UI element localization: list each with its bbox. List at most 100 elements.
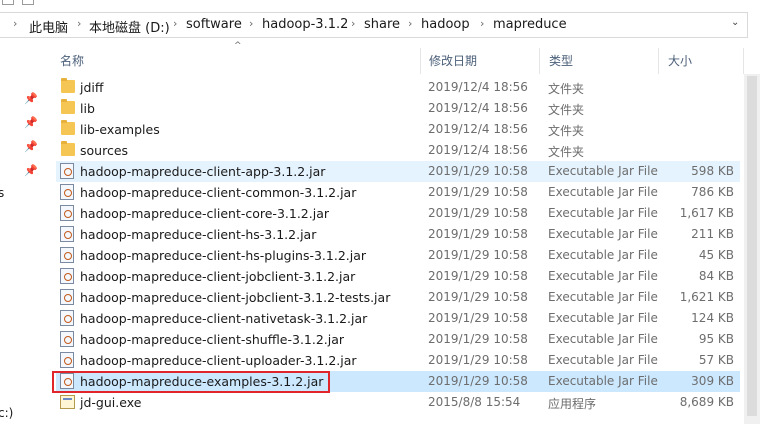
file-name: hadoop-mapreduce-client-core-3.1.2.jar (80, 206, 329, 221)
file-row[interactable]: hadoop-mapreduce-examples-3.1.2.jar 2019/… (56, 371, 740, 392)
chevron-right-icon: › (480, 17, 485, 30)
file-row[interactable]: hadoop-mapreduce-client-core-3.1.2.jar 20… (56, 203, 740, 224)
column-divider[interactable] (743, 48, 744, 74)
column-divider[interactable] (420, 48, 421, 74)
folder-icon (61, 78, 75, 93)
pin-icon[interactable]: 📌 (24, 140, 38, 153)
file-size: 45 KB (698, 248, 734, 262)
file-size: 57 KB (698, 353, 734, 367)
file-name: hadoop-mapreduce-client-hs-3.1.2.jar (80, 227, 317, 242)
file-name: sources (80, 143, 129, 158)
column-divider[interactable] (539, 48, 540, 74)
file-date: 2019/1/29 10:58 (428, 227, 528, 241)
file-name: hadoop-mapreduce-client-common-3.1.2.jar (80, 185, 357, 200)
file-size: 95 KB (698, 332, 734, 346)
file-row[interactable]: hadoop-mapreduce-client-nativetask-3.1.2… (56, 308, 740, 329)
file-row[interactable]: jd-gui.exe 2015/8/8 15:54 应用程序 8,689 KB (56, 392, 740, 413)
column-header-type[interactable]: 类型 (549, 52, 573, 69)
folder-icon (61, 99, 75, 114)
file-type: Executable Jar File (548, 332, 658, 346)
scrollbar-thumb[interactable] (747, 76, 757, 416)
file-type: 应用程序 (548, 397, 597, 411)
file-type: 文件夹 (548, 103, 585, 117)
chevron-right-icon: › (249, 17, 254, 30)
file-date: 2019/1/29 10:58 (428, 332, 528, 346)
file-size: 1,621 KB (679, 290, 734, 304)
file-type: Executable Jar File (548, 248, 658, 262)
file-row[interactable]: hadoop-mapreduce-client-jobclient-3.1.2.… (56, 266, 740, 287)
jar-file-icon (60, 184, 74, 200)
file-name: hadoop-mapreduce-client-shuffle-3.1.2.ja… (80, 332, 345, 347)
file-type: Executable Jar File (548, 311, 658, 325)
jar-file-icon (60, 226, 74, 242)
breadcrumb-software[interactable]: software (186, 17, 242, 32)
jar-file-icon (60, 373, 74, 389)
column-header-date[interactable]: 修改日期 (429, 52, 477, 69)
breadcrumb-local-disk[interactable]: 本地磁盘 (D:) (89, 17, 170, 36)
jar-file-icon (60, 310, 74, 326)
window-edge-right (22, 0, 34, 5)
chevron-right-icon: › (351, 17, 356, 30)
file-name: hadoop-mapreduce-client-jobclient-3.1.2-… (80, 290, 391, 305)
file-row[interactable]: lib 2019/12/4 18:56 文件夹 (56, 98, 740, 119)
file-date: 2019/1/29 10:58 (428, 290, 528, 304)
file-row[interactable]: hadoop-mapreduce-client-hs-plugins-3.1.2… (56, 245, 740, 266)
file-size: 84 KB (698, 269, 734, 283)
chevron-right-icon: › (173, 17, 178, 30)
window-edge-left (2, 0, 14, 5)
file-date: 2019/1/29 10:58 (428, 353, 528, 367)
file-size: 124 KB (691, 311, 734, 325)
folder-icon (61, 141, 75, 156)
chevron-right-icon: › (13, 17, 18, 30)
chevron-right-icon: › (77, 17, 82, 30)
navigation-pane: 📌 📌 📌 📌 s c:) (0, 40, 44, 424)
nav-item-clipped[interactable]: c:) (0, 406, 13, 420)
jar-file-icon (60, 163, 74, 179)
address-bar[interactable]: › 此电脑 › 本地磁盘 (D:) › software › hadoop-3.… (0, 12, 748, 38)
file-name: jd-gui.exe (80, 395, 142, 410)
file-row[interactable]: hadoop-mapreduce-client-uploader-3.1.2.j… (56, 350, 740, 371)
jar-file-icon (60, 352, 74, 368)
file-size: 786 KB (691, 185, 734, 199)
file-type: Executable Jar File (548, 269, 658, 283)
breadcrumb-hadoop-312[interactable]: hadoop-3.1.2 (262, 17, 348, 32)
column-divider[interactable] (658, 48, 659, 74)
file-name: hadoop-mapreduce-client-uploader-3.1.2.j… (80, 353, 357, 368)
file-type: 文件夹 (548, 82, 585, 96)
file-type: 文件夹 (548, 145, 585, 159)
jar-file-icon (60, 205, 74, 221)
breadcrumb-this-pc[interactable]: 此电脑 (29, 17, 68, 36)
file-row[interactable]: hadoop-mapreduce-client-common-3.1.2.jar… (56, 182, 740, 203)
nav-item-clipped[interactable]: s (0, 186, 4, 200)
file-name: hadoop-mapreduce-client-hs-plugins-3.1.2… (80, 248, 367, 263)
file-row[interactable]: hadoop-mapreduce-client-hs-3.1.2.jar 2019… (56, 224, 740, 245)
file-row[interactable]: hadoop-mapreduce-client-jobclient-3.1.2-… (56, 287, 740, 308)
pin-icon[interactable]: 📌 (24, 116, 38, 129)
file-row[interactable]: jdiff 2019/12/4 18:56 文件夹 (56, 77, 740, 98)
file-row[interactable]: hadoop-mapreduce-client-app-3.1.2.jar 201… (56, 161, 740, 182)
breadcrumb-hadoop[interactable]: hadoop (421, 17, 470, 32)
file-type: Executable Jar File (548, 185, 658, 199)
file-row[interactable]: lib-examples 2019/12/4 18:56 文件夹 (56, 119, 740, 140)
column-header-size[interactable]: 大小 (668, 52, 692, 69)
file-type: Executable Jar File (548, 353, 658, 367)
file-type: 文件夹 (548, 124, 585, 138)
file-date: 2019/1/29 10:58 (428, 206, 528, 220)
file-date: 2019/1/29 10:58 (428, 248, 528, 262)
file-row[interactable]: hadoop-mapreduce-client-shuffle-3.1.2.ja… (56, 329, 740, 350)
file-name: hadoop-mapreduce-examples-3.1.2.jar (80, 374, 324, 389)
file-size: 309 KB (691, 374, 734, 388)
title-strip (0, 0, 760, 8)
file-row[interactable]: sources 2019/12/4 18:56 文件夹 (56, 140, 740, 161)
pin-icon[interactable]: 📌 (24, 164, 38, 177)
file-size: 8,689 KB (679, 395, 734, 409)
pin-icon[interactable]: 📌 (24, 92, 38, 105)
column-header-name[interactable]: 名称 (60, 52, 84, 69)
file-type: Executable Jar File (548, 374, 658, 388)
breadcrumb-share[interactable]: share (364, 17, 400, 32)
folder-icon (61, 120, 75, 135)
file-name: jdiff (80, 80, 104, 95)
breadcrumb-mapreduce[interactable]: mapreduce (493, 17, 567, 32)
chevron-down-icon[interactable]: ⌄ (731, 17, 739, 28)
chevron-right-icon: › (408, 17, 413, 30)
